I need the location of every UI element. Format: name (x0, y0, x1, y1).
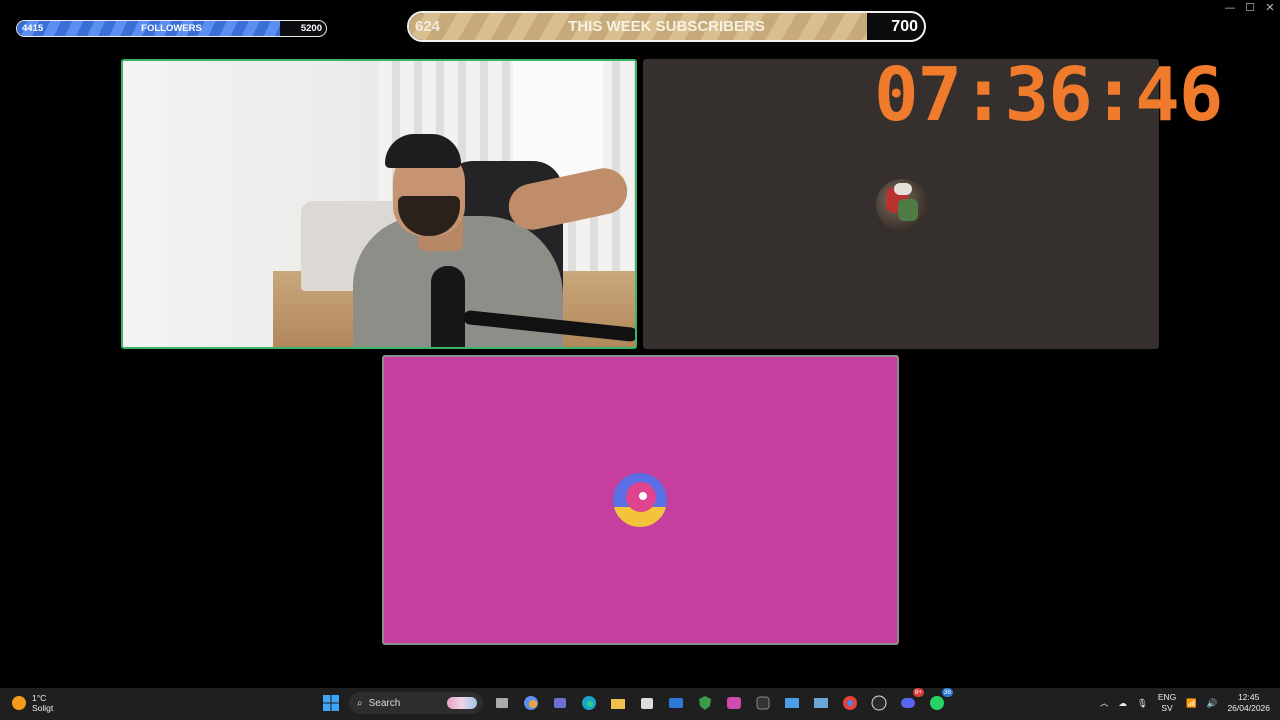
wifi-icon[interactable]: 📶 (1186, 698, 1197, 709)
discord-badge: 9+ (912, 687, 924, 697)
language-indicator[interactable]: ENG SV (1158, 692, 1176, 714)
windows-taskbar: 1°C Soligt ⌕ Search 9+ 36 ︿ ☁ 🎙 ENG SV 📶… (0, 687, 1280, 720)
copilot-icon[interactable] (520, 693, 541, 714)
m365-icon[interactable] (723, 693, 744, 714)
clock[interactable]: 12:45 26/04/2026 (1227, 692, 1270, 714)
chevron-up-icon[interactable]: ︿ (1100, 697, 1109, 709)
dev-icon[interactable] (752, 693, 773, 714)
close-button[interactable]: ✕ (1260, 0, 1280, 16)
subscribers-goal: 700 (891, 18, 918, 35)
whatsapp-badge: 36 (941, 687, 953, 697)
search-highlight-icon (447, 697, 477, 709)
sun-icon (12, 696, 26, 710)
maximize-button[interactable]: ☐ (1240, 0, 1260, 16)
store-icon[interactable] (636, 693, 657, 714)
teams-icon[interactable] (549, 693, 570, 714)
obs-icon[interactable] (868, 693, 889, 714)
subscribers-label: THIS WEEK SUBSCRIBERS (568, 18, 765, 35)
security-icon[interactable] (694, 693, 715, 714)
file-explorer-icon[interactable] (607, 693, 628, 714)
clock-date: 26/04/2026 (1227, 703, 1270, 713)
followers-label: FOLLOWERS (141, 23, 202, 34)
followers-goal: 5200 (300, 23, 322, 34)
search-icon: ⌕ (357, 697, 363, 709)
participant-avatar-pink (613, 473, 667, 527)
chrome-icon[interactable] (839, 693, 860, 714)
task-view-icon[interactable] (491, 693, 512, 714)
lang-code: ENG (1157, 692, 1177, 702)
minimize-button[interactable]: — (1220, 0, 1240, 16)
layout-code: SV (1161, 703, 1173, 713)
taskbar-search[interactable]: ⌕ Search (349, 692, 483, 714)
webcam-tile (121, 59, 637, 349)
microphone-icon[interactable]: 🎙 (1137, 698, 1148, 709)
stream-timer: 07:36:46 (874, 52, 1223, 138)
speaker-icon[interactable]: 🔊 (1207, 698, 1218, 709)
screen-icon[interactable] (810, 693, 831, 714)
clock-time: 12:45 (1238, 692, 1260, 702)
followers-goal-bar: 4415 FOLLOWERS 5200 (16, 20, 327, 37)
windows-start-icon[interactable] (320, 693, 341, 714)
subscribers-goal-bar: 624 THIS WEEK SUBSCRIBERS 700 (407, 11, 926, 42)
mail-icon[interactable] (665, 693, 686, 714)
weather-temp: 1°C (32, 693, 47, 703)
system-tray: ︿ ☁ 🎙 ENG SV 📶 🔊 12:45 26/04/2026 (1100, 692, 1270, 714)
participant-avatar-right (876, 179, 928, 231)
whatsapp-icon[interactable]: 36 (926, 687, 953, 714)
photos-icon[interactable] (781, 693, 802, 714)
weather-condition: Soligt (32, 703, 54, 713)
edge-icon[interactable] (578, 693, 599, 714)
discord-icon[interactable]: 9+ (897, 687, 924, 714)
microphone (431, 266, 465, 347)
onedrive-icon[interactable]: ☁ (1119, 698, 1128, 709)
window-controls: — ☐ ✕ (1220, 0, 1280, 16)
search-label: Search (368, 697, 401, 709)
weather-widget[interactable]: 1°C Soligt (12, 693, 53, 713)
